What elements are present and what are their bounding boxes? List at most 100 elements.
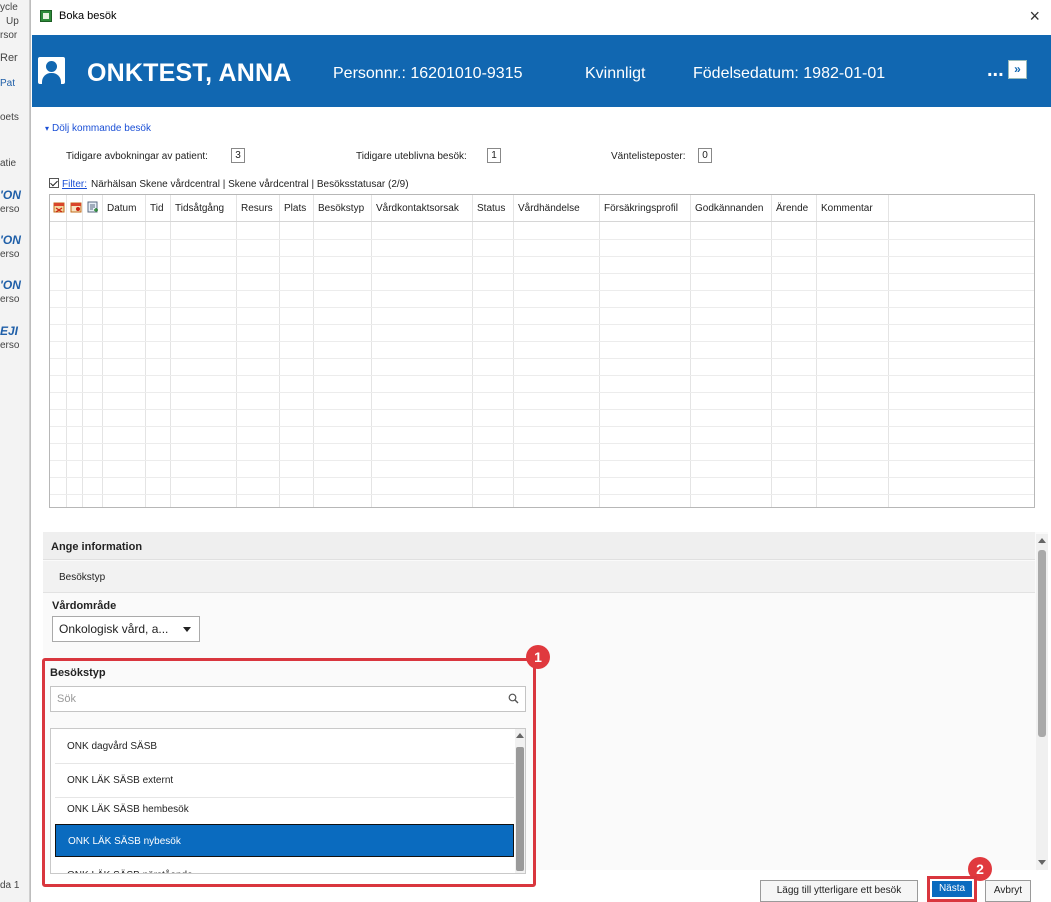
vardomrade-label: Vårdområde [52,600,117,612]
bg-text: atie [0,158,17,169]
grid-row [50,341,1034,342]
besokstyp-search[interactable] [50,686,526,712]
expand-icon[interactable]: » [1008,60,1027,79]
grid-col [772,195,817,507]
bg-text: oets [0,112,19,123]
grid-header-row: Datum Tid Tidsåtgång Resurs Plats Besöks… [50,195,1034,222]
bg-text: erso [0,204,20,215]
scroll-thumb[interactable] [1038,550,1046,737]
scroll-down-arrow-icon[interactable] [1038,860,1046,865]
cancel-button[interactable]: Avbryt [985,880,1031,902]
col-header-vardhandelse[interactable]: Vårdhändelse [518,203,580,214]
waitlist-label: Väntelisteposter: [611,151,686,162]
cancellations-count: 3 [231,148,245,163]
grid-col [146,195,171,507]
list-scroll-thumb[interactable] [516,747,524,871]
noshows-label: Tidigare uteblivna besök: [356,151,467,162]
window-title: Boka besök [59,10,117,22]
next-button[interactable]: Nästa [932,881,972,897]
grid-row [50,460,1034,461]
bg-text: rsor [0,30,18,41]
vardomrade-dropdown[interactable]: Onkologisk vård, a... [52,616,200,642]
cancellations-label: Tidigare avbokningar av patient: [66,151,208,162]
add-another-visit-button[interactable]: Lägg till ytterligare ett besök [760,880,918,902]
hide-upcoming-visits-link[interactable]: ▾ Dölj kommande besök [45,123,151,134]
grid-col [514,195,600,507]
panel-scrollbar[interactable] [1036,534,1048,870]
col-header-forsakringsprofil[interactable]: Försäkringsprofil [604,203,678,214]
grid-col [691,195,772,507]
annotation-badge-1: 1 [526,645,550,669]
grid-col [600,195,691,507]
bg-text: da 1 [0,880,20,891]
filter-link[interactable]: Filter: [62,179,87,190]
besokstyp-label: Besökstyp [50,667,106,679]
list-item[interactable]: ONK LÄK SÄSB närstående [55,859,514,873]
bg-link[interactable]: Pat [0,78,15,89]
bg-button[interactable]: Rer [0,52,18,64]
bg-patient-name[interactable]: 'ON [0,188,21,202]
waitlist-icon[interactable] [87,201,99,213]
search-icon[interactable] [508,693,519,704]
grid-row [50,256,1034,257]
col-header-datum[interactable]: Datum [107,203,136,214]
list-scrollbar[interactable] [515,729,525,873]
grid-col [473,195,514,507]
grid-row [50,324,1034,325]
grid-row [50,494,1034,495]
grid-row [50,290,1034,291]
birthdate: Födelsedatum: 1982-01-01 [693,65,886,82]
col-header-status[interactable]: Status [477,203,505,214]
dropdown-caret-icon [183,627,191,632]
waitlist-count: 0 [698,148,712,163]
scroll-up-arrow-icon[interactable] [1038,538,1046,543]
close-icon[interactable]: × [1029,6,1040,27]
filter-checkbox[interactable] [49,178,59,188]
hide-upcoming-label: Dölj kommande besök [52,123,151,134]
col-header-vardkontaktsorsak[interactable]: Vårdkontaktsorsak [376,203,459,214]
col-header-kommentar[interactable]: Kommentar [821,203,873,214]
grid-col [83,195,103,507]
col-header-plats[interactable]: Plats [284,203,306,214]
list-item-selected[interactable]: ONK LÄK SÄSB nybesök [55,824,514,857]
grid-col [103,195,146,507]
personnummer: Personnr.: 16201010-9315 [333,65,523,82]
search-input[interactable] [51,687,499,711]
visits-grid[interactable]: Datum Tid Tidsåtgång Resurs Plats Besöks… [49,194,1035,508]
col-header-godkannanden[interactable]: Godkännanden [695,203,763,214]
calendar-noshow-icon[interactable] [70,201,82,213]
filter-row: Filter: Närhälsan Skene vårdcentral | Ske… [49,178,409,190]
col-header-arende[interactable]: Ärende [776,203,808,214]
highlight-box-2: Nästa [927,876,977,902]
grid-col [67,195,83,507]
col-header-tidsatgang[interactable]: Tidsåtgång [175,203,224,214]
bg-text: erso [0,249,20,260]
grid-col [237,195,280,507]
col-header-besokstyp[interactable]: Besökstyp [318,203,364,214]
person-icon [38,57,65,84]
bg-text: ycle [0,2,18,13]
patient-sex: Kvinnligt [585,65,646,82]
collapse-arrow-icon: ▾ [45,124,50,133]
bg-patient-name[interactable]: EJI [0,324,18,338]
list-item[interactable]: ONK dagvård SÄSB [55,730,514,764]
calendar-cancel-icon[interactable] [53,201,65,213]
bg-patient-name[interactable]: 'ON [0,278,21,292]
more-ellipsis[interactable]: ... [987,59,1004,82]
grid-row [50,409,1034,410]
besokstyp-step-tab[interactable]: Besökstyp [43,561,1035,593]
col-header-tid[interactable]: Tid [150,203,164,214]
besokstyp-list[interactable]: ONK dagvård SÄSB ONK LÄK SÄSB externt ON… [50,728,526,874]
grid-row [50,443,1034,444]
grid-row [50,392,1034,393]
patient-name: ONKTEST, ANNA [87,59,292,87]
list-item[interactable]: ONK LÄK SÄSB hembesök [55,793,514,827]
grid-col [50,195,67,507]
col-header-resurs[interactable]: Resurs [241,203,273,214]
grid-row [50,358,1034,359]
bg-patient-name[interactable]: 'ON [0,233,21,247]
grid-col [314,195,372,507]
grid-row [50,273,1034,274]
list-scroll-up-icon[interactable] [516,733,524,738]
vardomrade-value: Onkologisk vård, a... [59,622,169,636]
